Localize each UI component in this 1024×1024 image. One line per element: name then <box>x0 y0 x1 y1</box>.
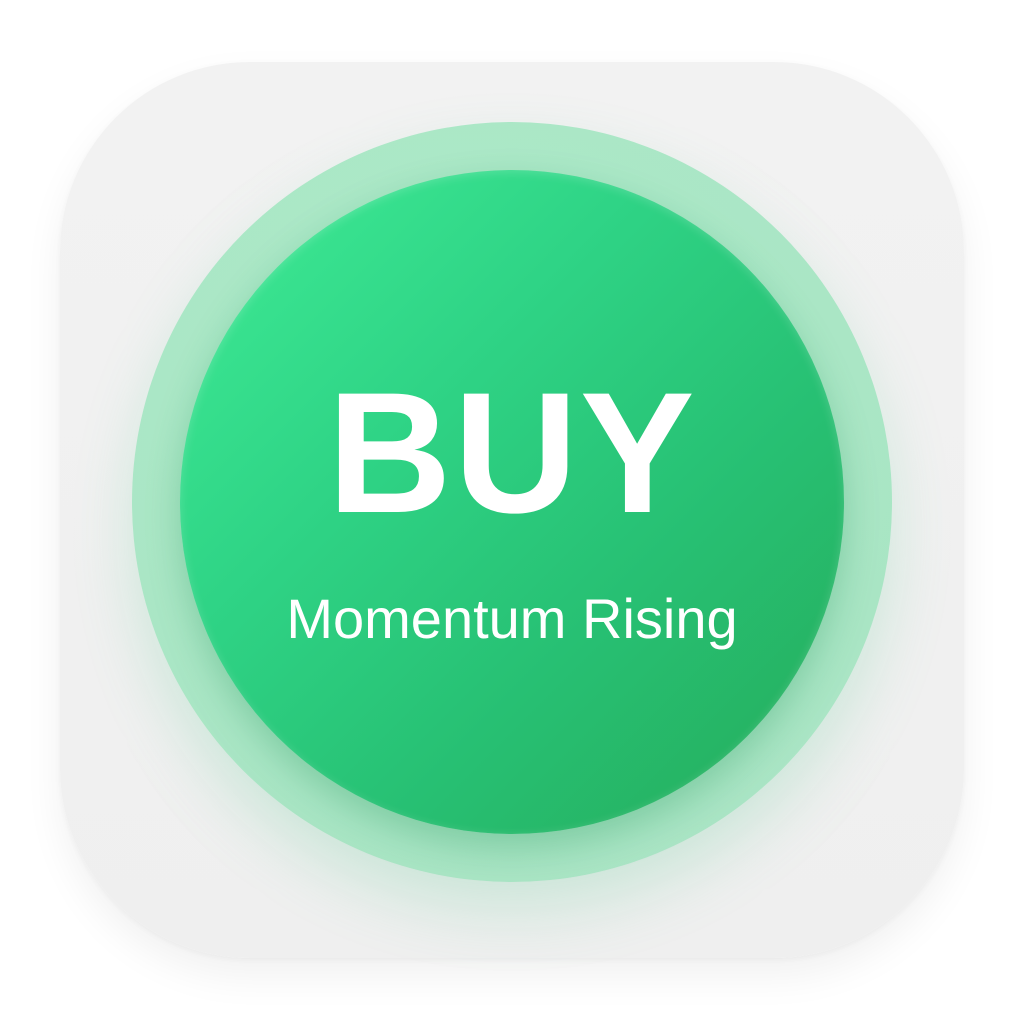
buy-button-label: BUY <box>327 357 697 549</box>
buy-button-subtitle: Momentum Rising <box>286 587 738 650</box>
buy-button[interactable]: BUY Momentum Rising <box>180 170 844 834</box>
app-canvas: BUY Momentum Rising <box>0 0 1024 1024</box>
